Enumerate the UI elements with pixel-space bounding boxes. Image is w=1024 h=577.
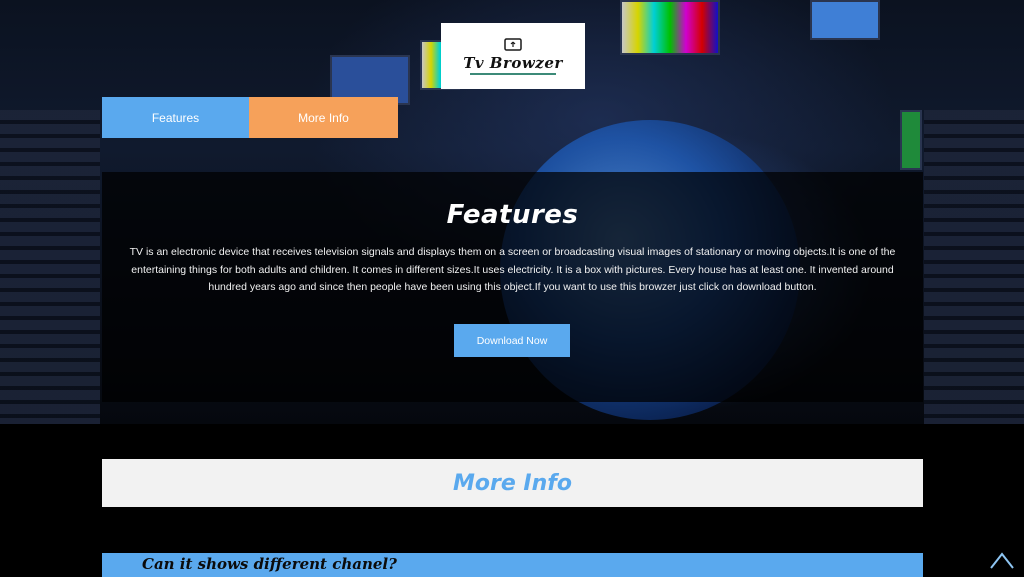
features-panel: Features TV is an electronic device that… [102, 172, 923, 402]
logo-underline [469, 72, 556, 75]
more-info-title: More Info [453, 470, 572, 496]
tv-cursor-icon [504, 37, 522, 51]
tab-more-info[interactable]: More Info [249, 97, 398, 138]
more-info-header: More Info [102, 459, 923, 507]
monitor-screen [810, 0, 880, 40]
faq-question: Can it shows different chanel? [142, 555, 397, 573]
tab-features[interactable]: Features [102, 97, 249, 138]
scroll-to-top-button[interactable] [988, 548, 1016, 572]
monitor-screen [900, 110, 922, 170]
monitor-screen [620, 0, 720, 55]
monitor-rack-left [0, 110, 100, 424]
logo-text: Tv Browzer [463, 53, 563, 72]
faq-item[interactable]: Can it shows different chanel? [102, 553, 923, 577]
features-description: TV is an electronic device that receives… [129, 246, 896, 293]
monitor-rack-right [924, 110, 1024, 424]
site-logo[interactable]: Tv Browzer [441, 23, 585, 89]
features-title: Features [446, 200, 579, 230]
download-now-button[interactable]: Download Now [454, 324, 570, 357]
chevron-up-icon [990, 552, 1014, 569]
